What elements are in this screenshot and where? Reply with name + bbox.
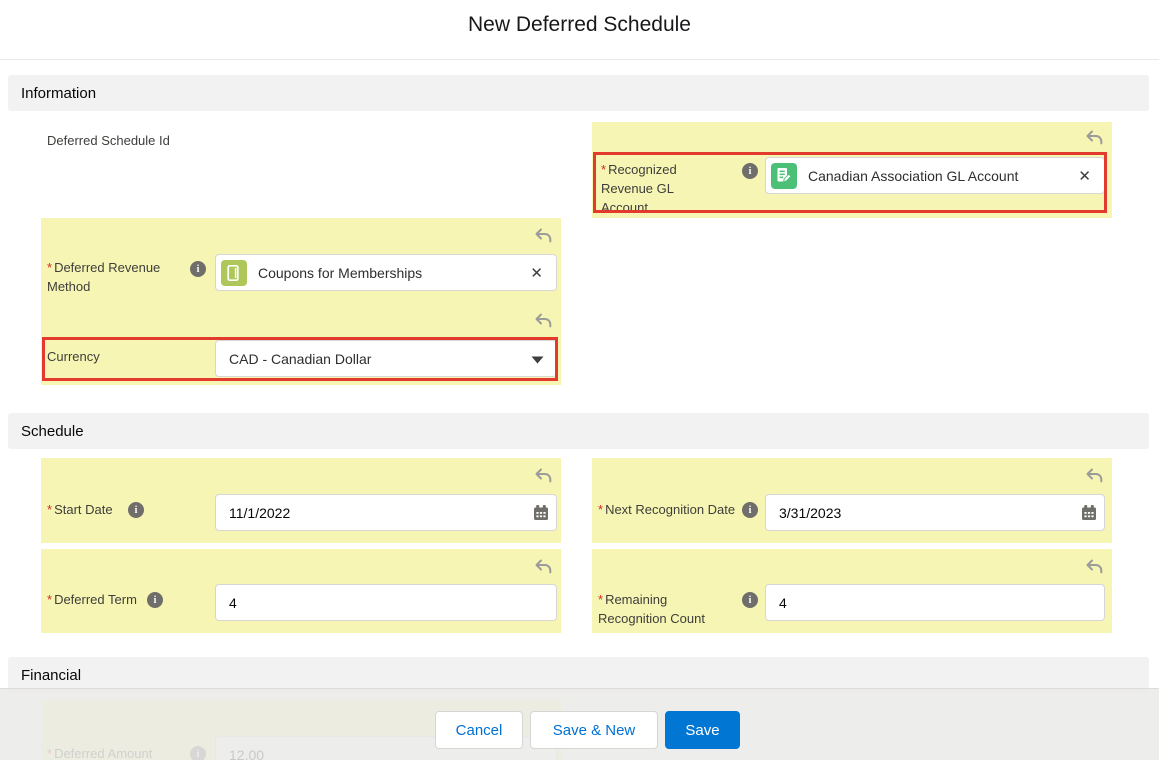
section-header-information: Information bbox=[8, 75, 1149, 111]
info-icon[interactable]: i bbox=[190, 261, 206, 277]
remaining-recognition-count-input[interactable] bbox=[766, 585, 1104, 620]
lookup-pill-deferred-revenue-method[interactable]: Coupons for Memberships ✕ bbox=[215, 254, 557, 291]
info-icon[interactable]: i bbox=[742, 163, 758, 179]
save-button[interactable]: Save bbox=[665, 711, 740, 749]
calendar-icon[interactable] bbox=[526, 495, 556, 530]
field-label-deferred-term: *Deferred Term bbox=[47, 590, 137, 609]
next-recognition-date-input[interactable] bbox=[766, 495, 1074, 530]
currency-selected-value: CAD - Canadian Dollar bbox=[229, 351, 531, 367]
field-label-currency: Currency bbox=[47, 347, 100, 366]
currency-select[interactable]: CAD - Canadian Dollar bbox=[215, 340, 557, 377]
field-label-start-date: *Start Date bbox=[47, 500, 113, 519]
start-date-input[interactable] bbox=[216, 495, 526, 530]
save-and-new-button[interactable]: Save & New bbox=[530, 711, 658, 749]
cancel-button[interactable]: Cancel bbox=[435, 711, 523, 749]
new-deferred-schedule-modal: New Deferred Schedule Information Deferr… bbox=[0, 0, 1159, 760]
undo-icon[interactable] bbox=[533, 226, 553, 246]
header-divider bbox=[0, 59, 1159, 60]
next-recognition-date-field bbox=[765, 494, 1105, 531]
clear-icon[interactable]: ✕ bbox=[1075, 167, 1094, 185]
field-label-recognized-revenue-gl-account: *Recognized Revenue GL Account bbox=[601, 160, 713, 217]
remaining-recognition-count-field bbox=[765, 584, 1105, 621]
dropdown-arrow-icon bbox=[531, 351, 544, 367]
lookup-value: Canadian Association GL Account bbox=[808, 168, 1064, 184]
undo-icon[interactable] bbox=[1084, 557, 1104, 577]
lookup-pill-recognized-revenue-gl-account[interactable]: Canadian Association GL Account ✕ bbox=[765, 157, 1105, 194]
field-label-deferred-schedule-id: Deferred Schedule Id bbox=[47, 131, 182, 150]
info-icon[interactable]: i bbox=[147, 592, 163, 608]
clear-icon[interactable]: ✕ bbox=[527, 264, 546, 282]
field-label-deferred-revenue-method: *Deferred Revenue Method bbox=[47, 258, 205, 296]
modal-footer: Cancel Save & New Save bbox=[0, 688, 1159, 760]
start-date-field bbox=[215, 494, 557, 531]
calendar-icon[interactable] bbox=[1074, 495, 1104, 530]
field-label-remaining-recognition-count: *Remaining Recognition Count bbox=[598, 590, 728, 628]
undo-icon[interactable] bbox=[533, 557, 553, 577]
info-icon[interactable]: i bbox=[128, 502, 144, 518]
undo-icon[interactable] bbox=[1084, 128, 1104, 148]
section-label: Schedule bbox=[21, 423, 84, 440]
lookup-value: Coupons for Memberships bbox=[258, 265, 516, 281]
section-label: Information bbox=[21, 85, 96, 102]
page-title: New Deferred Schedule bbox=[0, 13, 1159, 37]
info-icon[interactable]: i bbox=[742, 502, 758, 518]
section-label: Financial bbox=[21, 667, 81, 684]
undo-icon[interactable] bbox=[1084, 466, 1104, 486]
info-icon[interactable]: i bbox=[742, 592, 758, 608]
deferred-revenue-method-icon bbox=[221, 260, 247, 286]
field-label-next-recognition-date: *Next Recognition Date bbox=[598, 500, 743, 519]
undo-icon[interactable] bbox=[533, 466, 553, 486]
undo-icon[interactable] bbox=[533, 311, 553, 331]
section-header-schedule: Schedule bbox=[8, 413, 1149, 449]
deferred-term-field bbox=[215, 584, 557, 621]
gl-account-icon bbox=[771, 163, 797, 189]
deferred-term-input[interactable] bbox=[216, 585, 556, 620]
